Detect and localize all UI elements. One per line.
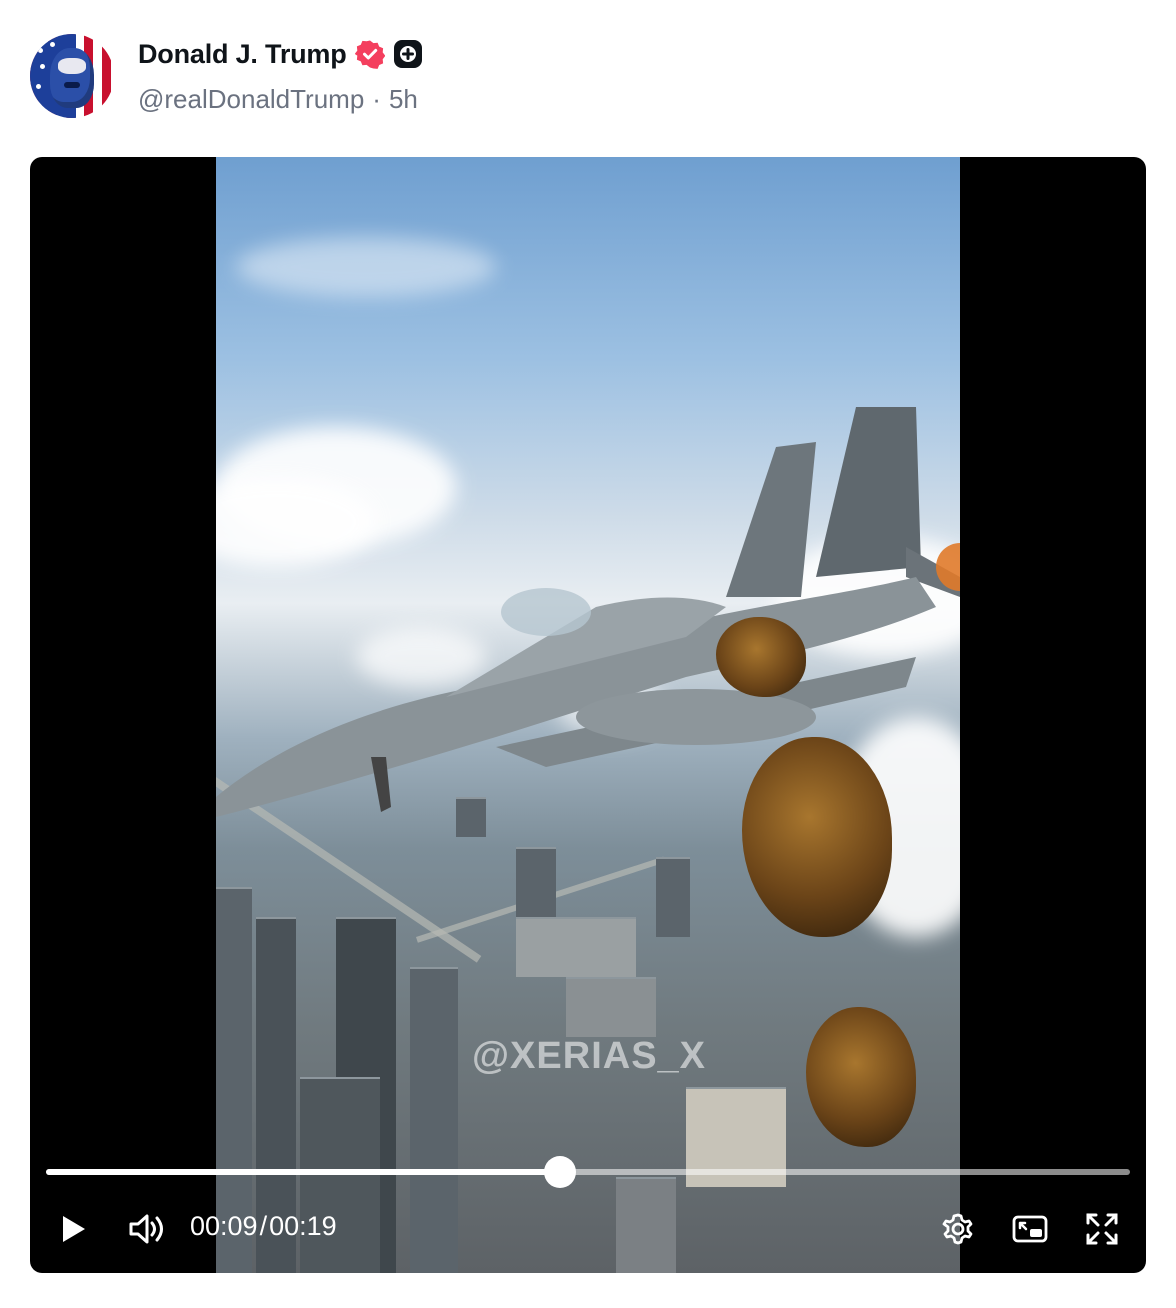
verified-check-icon (354, 39, 385, 69)
video-controls: 00:09 / 00:19 (30, 1201, 1146, 1257)
duration: 00:19 (269, 1211, 337, 1241)
handle[interactable]: @realDonaldTrump (138, 84, 364, 115)
building (566, 977, 656, 1037)
meta-separator: · (372, 84, 381, 114)
avatar-star (50, 42, 55, 47)
video-progress-thumb[interactable] (543, 1156, 576, 1188)
picture-in-picture-icon[interactable] (1010, 1209, 1050, 1249)
fullscreen-icon[interactable] (1082, 1209, 1122, 1249)
avatar-portrait (50, 48, 94, 108)
time-separator: / (259, 1211, 268, 1241)
video-frame: @XERIAS_X (216, 157, 960, 1273)
building (516, 917, 636, 977)
video-progress-bar[interactable] (46, 1156, 1130, 1188)
avatar-star (40, 64, 45, 69)
current-time: 00:09 (190, 1211, 258, 1241)
building (656, 857, 690, 937)
settings-gear-icon[interactable] (938, 1209, 978, 1249)
explosion-smoke (742, 737, 892, 937)
play-icon[interactable] (54, 1209, 94, 1249)
video-progress-fill (46, 1169, 560, 1175)
avatar-star (38, 48, 43, 53)
avatar[interactable] (30, 34, 114, 118)
plus-badge-icon (393, 39, 423, 69)
building (516, 847, 556, 917)
fighter-jet (216, 407, 960, 817)
explosion-smoke (806, 1007, 916, 1147)
post-header: Donald J. Trump @realDonaldTrump · 5h (30, 34, 1146, 124)
avatar-star (36, 84, 41, 89)
volume-icon[interactable] (126, 1209, 166, 1249)
display-name[interactable]: Donald J. Trump (138, 39, 347, 70)
video-watermark: @XERIAS_X (472, 1035, 707, 1077)
post-meta: @realDonaldTrump · 5h (138, 84, 418, 115)
post-timestamp[interactable]: 5h (389, 84, 418, 115)
time-readout: 00:09 / 00:19 (190, 1211, 337, 1242)
video-player[interactable]: @XERIAS_X 00:09 / 00:19 (30, 157, 1146, 1273)
name-row: Donald J. Trump (138, 36, 423, 72)
